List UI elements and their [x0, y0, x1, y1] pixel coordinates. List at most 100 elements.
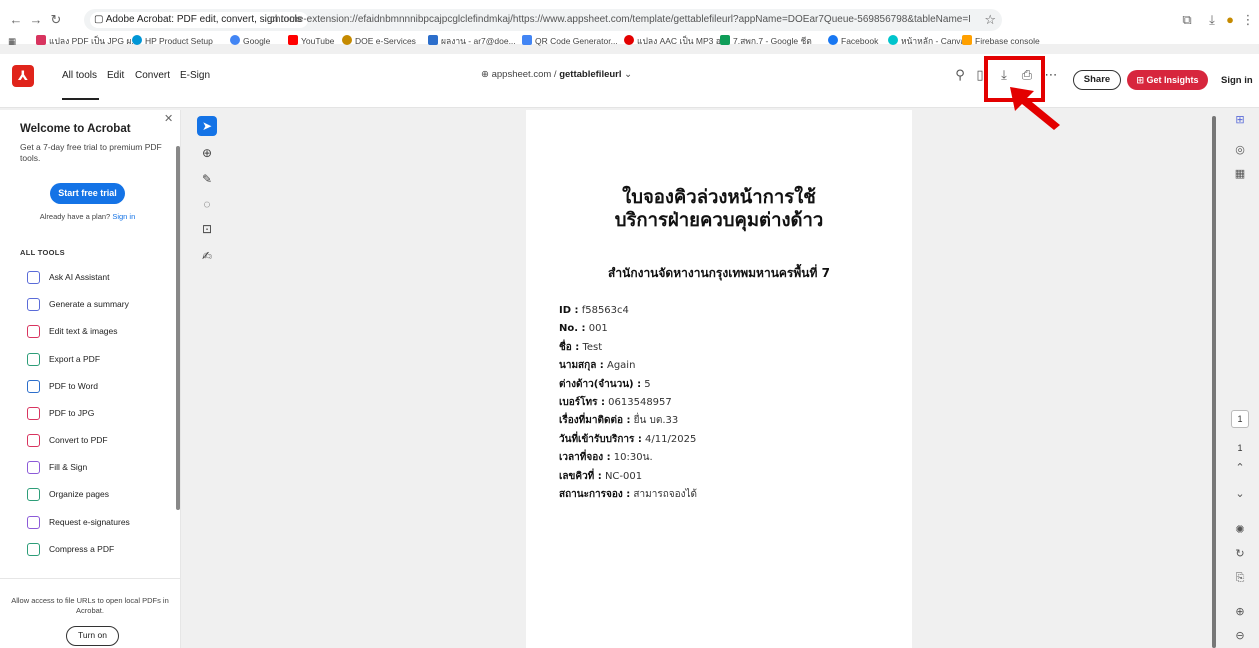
chevron-down-icon: ⌄	[624, 69, 633, 80]
bookmark-item[interactable]: HP Product Setup	[132, 34, 213, 48]
acrobat-toolbar: ⅄ All tools Edit Convert E-Sign ⊕ appshe…	[0, 54, 1259, 108]
total-pages: 1	[1237, 443, 1243, 453]
bookmark-item[interactable]: Firebase console	[962, 34, 1040, 48]
page-options-icon[interactable]: ⎘	[1230, 570, 1250, 586]
bookmark-item[interactable]: Facebook	[828, 34, 878, 48]
bookmark-item[interactable]: 7.สพก.7 - Google ชีต	[720, 34, 812, 48]
bookmark-item[interactable]: ผลงาน - ar7@doe...	[428, 34, 516, 48]
compress-icon	[27, 543, 40, 556]
chevron-down-icon[interactable]: ⌄	[1230, 486, 1250, 502]
bookmark-item[interactable]: แปลง PDF เป็น JPG ผ...	[36, 34, 138, 48]
apps-icon[interactable]: ▦	[8, 34, 16, 48]
youtube-icon	[288, 35, 298, 45]
menu-all-tools[interactable]: All tools	[62, 70, 97, 81]
sidebar-title: Welcome to Acrobat	[20, 123, 131, 135]
pages-icon	[27, 488, 40, 501]
welcome-sidebar: ✕ Welcome to Acrobat Get a 7-day free tr…	[0, 110, 181, 648]
start-free-trial-button[interactable]: Start free trial	[50, 183, 125, 204]
sheets-icon	[720, 35, 730, 45]
field-last-name: นามสกุล : Again	[559, 360, 636, 372]
sign-in-link[interactable]: Sign in	[1221, 75, 1253, 86]
document-subtitle: สำนักงานจัดหางานกรุงเทพมหานครพื้นที่ 7	[608, 266, 830, 280]
signature-icon	[27, 516, 40, 529]
word-icon	[27, 380, 40, 393]
image-icon	[27, 407, 40, 420]
quick-tools: ➤ ⊕ ✎ ◌ ⊡ ✍	[197, 116, 217, 268]
thumbnails-icon[interactable]: ▦	[1230, 166, 1250, 182]
bookmarks-bar: ▦ แปลง PDF เป็น JPG ผ... HP Product Setu…	[8, 34, 1258, 48]
get-insights-button[interactable]: ⊞ Get Insights	[1127, 70, 1208, 90]
comments-icon[interactable]: ◎	[1230, 142, 1250, 158]
current-page-box[interactable]: 1	[1231, 410, 1249, 428]
chevron-up-icon[interactable]: ⌃	[1230, 460, 1250, 476]
sidebar-description: Get a 7-day free trial to premium PDF to…	[20, 142, 162, 163]
hp-icon	[132, 35, 142, 45]
extensions-icon[interactable]: ⧉	[1177, 9, 1197, 31]
draw-pen-icon[interactable]: ✎	[197, 169, 217, 189]
menu-esign[interactable]: E-Sign	[180, 70, 210, 81]
menu-edit[interactable]: Edit	[107, 70, 124, 81]
sign-in-link[interactable]: Sign in	[112, 212, 135, 221]
bookmark-item[interactable]: หน้าหลัก - Canva	[888, 34, 965, 48]
menu-convert[interactable]: Convert	[135, 70, 170, 81]
facebook-icon	[828, 35, 838, 45]
globe-icon: ⊕	[481, 69, 492, 80]
close-icon[interactable]: ✕	[164, 112, 173, 125]
address-row: ← → ↻ ▢ Adobe Acrobat: PDF edit, convert…	[0, 9, 1259, 31]
field-queue-number: เลขคิวที่ : NC-001	[559, 470, 643, 482]
export-icon	[27, 353, 40, 366]
zoom-in-icon[interactable]: ⊕	[1230, 604, 1250, 620]
lasso-icon[interactable]: ◌	[197, 194, 217, 214]
reload-icon[interactable]: ↻	[46, 9, 66, 31]
plan-line: Already have a plan? Sign in	[39, 212, 136, 221]
document-title: ใบจองคิวล่วงหน้าการใช้ บริการฝ่ายควบคุมต…	[614, 187, 824, 231]
back-icon[interactable]: ←	[6, 9, 26, 31]
qr-icon	[522, 35, 532, 45]
zoom-out-icon[interactable]: ⊖	[1230, 628, 1250, 644]
booking-details: ID : f58563c4 No. : 001 ชื่อ : Test นามส…	[559, 302, 697, 504]
bookmark-favicon-icon	[36, 35, 46, 45]
highlight-pen-icon[interactable]: ✺	[1230, 522, 1250, 538]
arrow-annotation-icon	[1010, 87, 1060, 130]
field-no: No. : 001	[559, 323, 608, 335]
summary-icon	[27, 298, 40, 311]
acrobat-logo-icon[interactable]: ⅄	[12, 65, 34, 87]
document-scrollbar[interactable]	[1212, 116, 1216, 648]
url-text[interactable]: chrome-extension://efaidnbmnnnibpcajpcgl…	[270, 9, 970, 31]
forward-icon[interactable]: →	[26, 9, 46, 31]
signature-tool-icon[interactable]: ✍	[197, 246, 217, 266]
browser-menu-icon[interactable]: ⋮	[1238, 9, 1258, 31]
comment-icon[interactable]: ⊕	[197, 143, 217, 163]
insights-icon: ⊞	[1136, 75, 1147, 85]
address-bar[interactable]: ▢ Adobe Acrobat: PDF edit, convert, sign…	[84, 9, 1002, 31]
field-booking-status: สถานะการจอง : สามารถจองได้	[559, 488, 698, 500]
ai-assistant-icon[interactable]: ⊞	[1230, 112, 1250, 128]
pdf-page: ใบจองคิวล่วงหน้าการใช้ บริการฝ่ายควบคุมต…	[526, 110, 912, 648]
field-foreigner-count: ต่างด้าว(จำนวน) : 5	[559, 378, 651, 390]
document-breadcrumb[interactable]: ⊕ appsheet.com / gettablefileurl ⌄	[481, 69, 632, 80]
select-cursor-icon[interactable]: ➤	[197, 116, 217, 136]
right-rail: ⊞ ◎ ▦ 1 1 ⌃ ⌄ ✺ ↻ ⎘ ⊕ ⊖	[1224, 110, 1259, 648]
turn-on-button[interactable]: Turn on	[66, 626, 119, 646]
field-service-date: วันที่เข้ารับบริการ : 4/11/2025	[559, 433, 697, 445]
downloads-icon[interactable]: ⤓	[1202, 9, 1222, 31]
bookmark-item[interactable]: DOE e-Services	[342, 34, 416, 48]
firebase-icon	[962, 35, 972, 45]
bookmark-star-icon[interactable]: ☆	[984, 9, 996, 31]
text-box-icon[interactable]: ⊡	[197, 219, 217, 239]
more-options-icon[interactable]: ⋯	[1043, 67, 1059, 83]
bookmark-item[interactable]: YouTube	[288, 34, 334, 48]
file-access-text: Allow access to file URLs to open local …	[11, 596, 169, 615]
rotate-icon[interactable]: ↻	[1230, 546, 1250, 562]
ai-assistant-icon	[27, 271, 40, 284]
sidebar-scrollbar[interactable]	[176, 146, 180, 510]
bookmark-item[interactable]: Google	[230, 34, 270, 48]
bookmark-item[interactable]: QR Code Generator...	[522, 34, 618, 48]
search-icon[interactable]: ⚲	[952, 67, 968, 83]
share-button[interactable]: Share	[1073, 70, 1121, 90]
field-id: ID : f58563c4	[559, 305, 629, 316]
bookmark-item[interactable]: แปลง AAC เป็น MP3 อ...	[624, 34, 728, 48]
profile-avatar[interactable]: ●	[1220, 9, 1240, 31]
field-phone: เบอร์โทร : 0613548957	[559, 396, 672, 408]
bookmark-favicon-icon	[624, 35, 634, 45]
